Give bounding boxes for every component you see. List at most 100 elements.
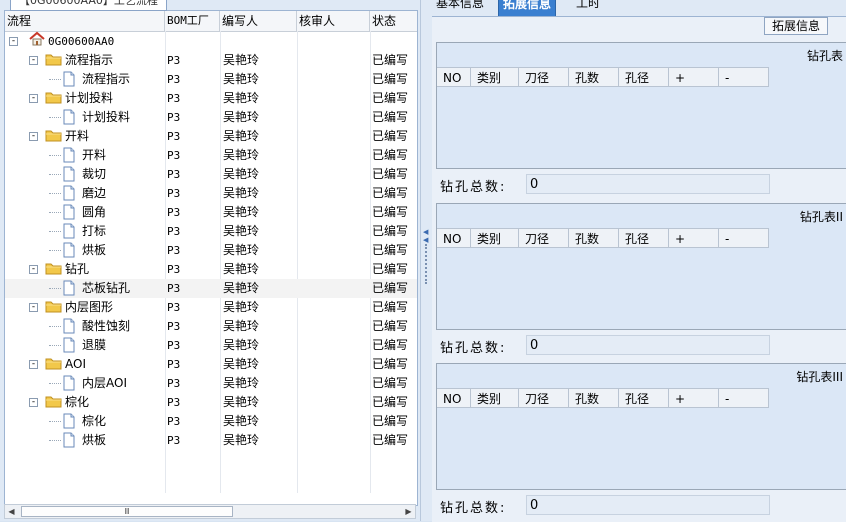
collapse-icon[interactable]: - [9,37,18,46]
tab-work-hours[interactable]: 工时 [572,0,604,15]
tree-row[interactable]: - 开料 P3 吴艳玲 已编写 [5,127,417,146]
drill-col-header[interactable]: 孔径 [619,228,669,248]
collapse-icon[interactable]: - [29,360,38,369]
status-cell: 已编写 [372,53,409,67]
tree-row[interactable]: - AOI P3 吴艳玲 已编写 [5,355,417,374]
drill-col-header[interactable]: 孔径 [619,388,669,408]
collapse-icon[interactable]: - [29,56,38,65]
document-icon [62,109,78,127]
collapse-icon[interactable]: - [29,265,38,274]
drill-col-header[interactable]: 类别 [471,388,519,408]
author-cell: 吴艳玲 [223,414,260,428]
col-bom-factory[interactable]: BOM工厂 [165,11,220,31]
bom-factory-cell: P3 [167,225,181,238]
tree-row[interactable]: - 流程指示 P3 吴艳玲 已编写 [5,51,417,70]
horizontal-scrollbar[interactable]: ◀ Ⅲ ▶ [4,504,416,519]
drill-total-field[interactable]: 0 [526,495,770,515]
drill-col-header[interactable]: 刀径 [519,388,569,408]
bom-factory-cell: P3 [167,358,181,371]
tab-extended-info[interactable]: 拓展信息 [498,0,557,17]
drill-col-header[interactable]: NO [437,388,471,408]
scroll-thumb[interactable]: Ⅲ [21,506,233,517]
collapse-icon[interactable]: - [29,398,38,407]
author-cell: 吴艳玲 [223,129,260,143]
tree-root-row[interactable]: - 0G00600AA0 [5,31,417,51]
tree-row[interactable]: 芯板钻孔 P3 吴艳玲 已编写 [5,279,417,298]
tree-connector [49,117,61,119]
tree-row[interactable]: 内层AOI P3 吴艳玲 已编写 [5,374,417,393]
tree-row[interactable]: 磨边 P3 吴艳玲 已编写 [5,184,417,203]
drill-col-header[interactable]: + [669,388,719,408]
status-cell: 已编写 [372,262,409,276]
drill-table-body[interactable] [437,87,846,168]
drill-col-header[interactable]: 类别 [471,228,519,248]
tree-row[interactable]: 烘板 P3 吴艳玲 已编写 [5,241,417,260]
tree-row[interactable]: - 钻孔 P3 吴艳玲 已编写 [5,260,417,279]
col-author[interactable]: 编写人 [220,11,297,31]
splitter-collapse-icon[interactable]: ◀ ◀ [423,228,428,244]
drill-col-header[interactable]: 孔数 [569,388,619,408]
author-cell: 吴艳玲 [223,167,260,181]
scroll-right-arrow-icon[interactable]: ▶ [403,506,414,517]
scroll-left-arrow-icon[interactable]: ◀ [6,506,17,517]
col-process[interactable]: 流程 [5,11,165,31]
author-cell: 吴艳玲 [223,433,260,447]
drill-table-body[interactable] [437,408,846,489]
tree-row[interactable]: - 计划投料 P3 吴艳玲 已编写 [5,89,417,108]
tree-row-label: AOI [65,357,86,371]
tree-row-label: 计划投料 [82,110,131,124]
drill-col-header[interactable]: - [719,388,769,408]
drill-total-field[interactable]: 0 [526,335,770,355]
status-cell: 已编写 [372,167,409,181]
tree-row[interactable]: 流程指示 P3 吴艳玲 已编写 [5,70,417,89]
col-reviewer[interactable]: 核审人 [297,11,370,31]
status-cell: 已编写 [372,243,409,257]
splitter-grip-icon[interactable] [425,244,429,284]
tree-connector [49,212,61,214]
drill-col-header[interactable]: 孔数 [569,67,619,87]
drill-col-header[interactable]: 孔径 [619,67,669,87]
tree-row[interactable]: 退膜 P3 吴艳玲 已编写 [5,336,417,355]
tree-row[interactable]: 打标 P3 吴艳玲 已编写 [5,222,417,241]
tree-row[interactable]: - 棕化 P3 吴艳玲 已编写 [5,393,417,412]
status-cell: 已编写 [372,148,409,162]
tree-row[interactable]: 圆角 P3 吴艳玲 已编写 [5,203,417,222]
author-cell: 吴艳玲 [223,72,260,86]
pane-splitter[interactable]: ◀ ◀ [420,0,432,521]
tab-basic-info[interactable]: 基本信息 [432,0,488,15]
document-icon [62,71,78,89]
tree-row[interactable]: 烘板 P3 吴艳玲 已编写 [5,431,417,450]
folder-icon [45,51,63,70]
drill-total-field[interactable]: 0 [526,174,770,194]
drill-col-header[interactable]: 类别 [471,67,519,87]
tree-row-label: 计划投料 [65,91,114,105]
collapse-icon[interactable]: - [29,94,38,103]
tree-row[interactable]: 计划投料 P3 吴艳玲 已编写 [5,108,417,127]
drill-total-row: 钻孔总数: 0 [432,172,846,196]
drill-col-header[interactable]: NO [437,228,471,248]
drill-col-header[interactable]: - [719,228,769,248]
drill-col-header[interactable]: NO [437,67,471,87]
tree-row[interactable]: 开料 P3 吴艳玲 已编写 [5,146,417,165]
tree-row[interactable]: 裁切 P3 吴艳玲 已编写 [5,165,417,184]
extended-info-button[interactable]: 拓展信息 [764,17,828,35]
document-icon [62,432,78,450]
document-icon [62,337,78,355]
tree-row[interactable]: - 内层图形 P3 吴艳玲 已编写 [5,298,417,317]
drill-col-header[interactable]: - [719,67,769,87]
drill-col-header[interactable]: 刀径 [519,228,569,248]
drill-table-body[interactable] [437,248,846,329]
tree-row[interactable]: 酸性蚀刻 P3 吴艳玲 已编写 [5,317,417,336]
drill-col-header[interactable]: 孔数 [569,228,619,248]
document-icon [62,413,78,431]
process-panel-tab[interactable]: 【0G00600AA0】工艺流程 [10,0,167,11]
drill-col-header[interactable]: + [669,228,719,248]
col-status[interactable]: 状态 [370,11,417,31]
collapse-icon[interactable]: - [29,132,38,141]
drill-col-header[interactable]: 刀径 [519,67,569,87]
author-cell: 吴艳玲 [223,224,260,238]
tree-row[interactable]: 棕化 P3 吴艳玲 已编写 [5,412,417,431]
drill-col-header[interactable]: + [669,67,719,87]
status-cell: 已编写 [372,433,409,447]
collapse-icon[interactable]: - [29,303,38,312]
